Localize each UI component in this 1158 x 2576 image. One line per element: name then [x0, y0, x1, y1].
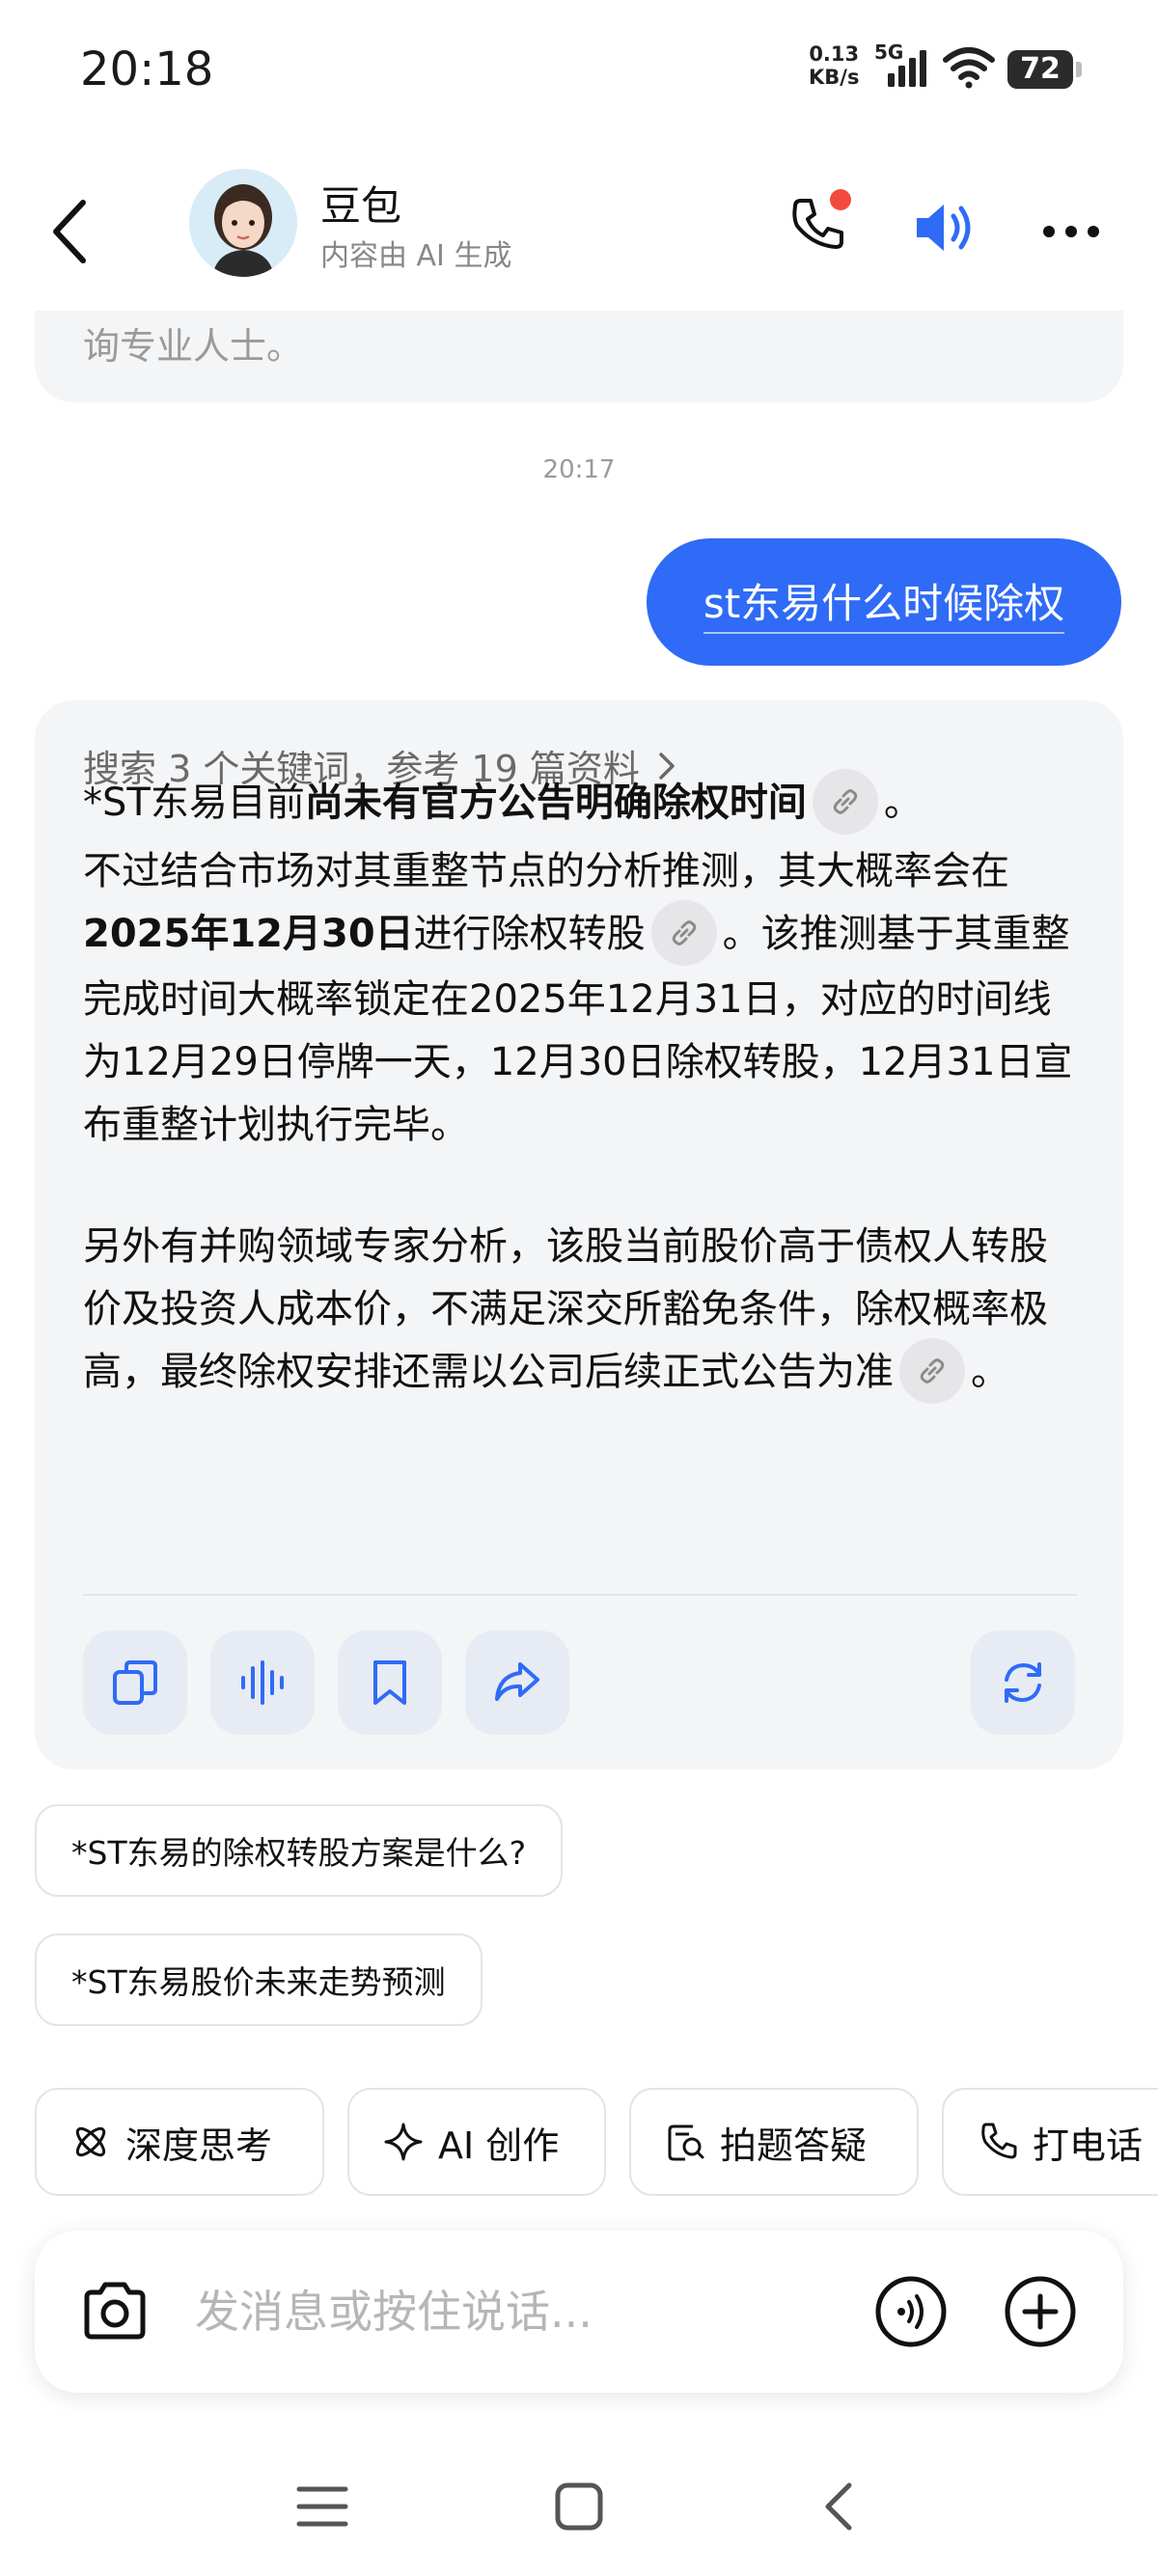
status-time: 20:18 [80, 42, 214, 96]
link-icon [672, 920, 696, 945]
avatar[interactable] [189, 169, 297, 277]
home-square-icon [555, 2482, 603, 2531]
home-button[interactable] [550, 2478, 608, 2535]
refresh-icon [1005, 1662, 1041, 1703]
menu-icon [296, 2486, 348, 2527]
tool-ai-create[interactable]: AI 创作 [347, 2088, 606, 2196]
add-attachment-button[interactable] [1004, 2275, 1077, 2348]
tool-label: 打电话 [1033, 2124, 1144, 2167]
assistant-message-card: 搜索 3 个关键词，参考 19 篇资料 *ST东易目前尚未有官方公告明确除权时间… [35, 700, 1123, 1769]
avatar-icon [189, 169, 297, 277]
citation-link-button[interactable] [650, 900, 717, 966]
system-nav-bar [0, 2451, 1158, 2557]
sparkle-icon [384, 2123, 423, 2161]
link-icon [920, 1358, 945, 1384]
tool-phone-call[interactable]: 打电话 [942, 2088, 1158, 2196]
speaker-icon [917, 205, 971, 251]
chevron-left-icon [53, 200, 86, 263]
message-input[interactable] [195, 2279, 861, 2344]
status-bar: 20:18 0.13 KB/s 5G 72 [0, 0, 1158, 145]
p2-mid: 进行除权转股 [413, 912, 646, 956]
back-button[interactable] [42, 193, 100, 270]
p2-prefix: 在 [971, 849, 1009, 893]
tool-label: AI 创作 [438, 2124, 560, 2167]
net-speed-value: 0.13 [809, 42, 860, 66]
camera-icon [84, 2282, 146, 2340]
speaker-toggle-button[interactable] [907, 189, 984, 266]
scan-question-icon [668, 2124, 704, 2161]
more-dots-icon [1043, 226, 1099, 237]
bookmark-icon [373, 1660, 406, 1705]
share-icon [495, 1662, 539, 1701]
p1-bold-text: 尚未有官方公告明确除权时间 [304, 781, 807, 825]
citation-link-button[interactable] [812, 769, 878, 835]
answer-paragraph-1: *ST东易目前尚未有官方公告明确除权时间 。 [83, 769, 1077, 837]
wifi-icon [942, 46, 996, 93]
ai-disclaimer: 内容由 AI 生成 [320, 239, 512, 273]
net-speed: 0.13 KB/s [809, 42, 859, 89]
cellular-signal-icon: 5G [874, 41, 930, 93]
bookmark-button[interactable] [338, 1631, 442, 1735]
answer-paragraph-3: 另外有并购领域专家分析，该股当前股价高于债权人转股价及投资人成本价，不满足深交所… [83, 1216, 1077, 1407]
network-type: 5G [874, 41, 904, 64]
bot-name: 豆包 [320, 182, 402, 230]
suggestion-chip[interactable]: *ST东易的除权转股方案是什么? [35, 1804, 564, 1897]
phone-icon [981, 2123, 1017, 2159]
recent-apps-button[interactable] [293, 2480, 351, 2534]
message-input-bar [35, 2231, 1123, 2393]
share-button[interactable] [465, 1631, 569, 1735]
plus-circle-icon [1005, 2276, 1076, 2347]
system-back-button[interactable] [811, 2478, 868, 2535]
voice-wave-icon [875, 2276, 947, 2347]
tool-photo-question[interactable]: 拍题答疑 [629, 2088, 919, 2196]
tool-label: 拍题答疑 [720, 2124, 868, 2167]
voice-call-button[interactable] [874, 2275, 948, 2348]
notification-dot [830, 189, 851, 210]
citation-link-button[interactable] [899, 1338, 965, 1404]
p1-text: *ST东易目前 [83, 781, 305, 825]
link-icon [833, 789, 858, 814]
p2-line1: 不过结合市场对其重整节点的分析推测，其大概率会 [83, 849, 971, 893]
chevron-left-icon [825, 2482, 852, 2531]
atom-icon [75, 2126, 106, 2157]
card-divider [83, 1594, 1077, 1596]
read-aloud-button[interactable] [210, 1631, 315, 1735]
previous-message-text: 询专业人士。 [83, 325, 304, 368]
more-options-button[interactable] [1037, 203, 1105, 260]
answer-paragraph-2: 不过结合市场对其重整节点的分析推测，其大概率会在 2025年12月30日进行除权转… [83, 840, 1077, 1157]
p3-suffix: 。 [971, 1350, 1009, 1394]
camera-button[interactable] [79, 2276, 151, 2347]
user-message-text: st东易什么时候除权 [703, 571, 1065, 634]
regenerate-button[interactable] [971, 1631, 1075, 1735]
sound-wave-icon [241, 1660, 284, 1705]
chat-header: 豆包 内容由 AI 生成 [0, 154, 1158, 309]
battery-icon: 72 [1007, 50, 1082, 89]
previous-message-bubble: 询专业人士。 [35, 311, 1123, 402]
user-message-bubble[interactable]: st东易什么时候除权 [647, 538, 1121, 666]
tool-label: 深度思考 [125, 2124, 273, 2167]
p1-suffix: 。 [883, 781, 923, 825]
suggestion-chip[interactable]: *ST东易股价未来走势预测 [35, 1933, 482, 2026]
tool-deep-think[interactable]: 深度思考 [35, 2088, 324, 2196]
chat-screen: 20:18 0.13 KB/s 5G 72 豆包 内容由 AI 生成 询专业人士… [0, 0, 1158, 2576]
copy-button[interactable] [83, 1631, 187, 1735]
suggestion-text: *ST东易的除权转股方案是什么? [71, 1834, 527, 1872]
p2-bold-date: 2025年12月30日 [83, 912, 414, 956]
message-timestamp: 20:17 [542, 455, 616, 484]
copy-icon [113, 1660, 157, 1705]
net-speed-unit: KB/s [809, 66, 860, 89]
suggestion-text: *ST东易股价未来走势预测 [71, 1963, 446, 2001]
